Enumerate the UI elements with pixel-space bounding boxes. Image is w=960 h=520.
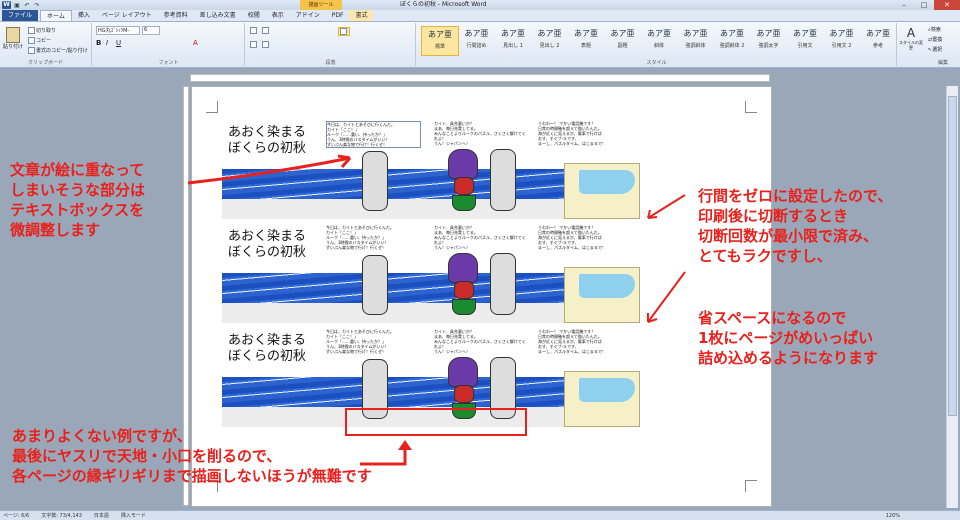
zoom-level[interactable]: 120% xyxy=(886,511,900,520)
annotation-line: あまりよくない例ですが、 xyxy=(12,427,192,445)
annotation-line: 文章が絵に重なって xyxy=(10,161,145,179)
annotation-right: 行間をゼロに設定したので、 印刷後に切断するとき 切断回数が最小限で済み、 とて… xyxy=(698,186,892,266)
arrow-right-1 xyxy=(647,194,686,219)
annotation-line: 省スペースになるので xyxy=(698,309,847,327)
annotation-line: テキストボックスを xyxy=(10,201,145,219)
annotation-line: 詰め込めるようになります xyxy=(698,349,879,367)
annotation-line: しまいそうな部分は xyxy=(10,181,146,199)
language-indicator[interactable]: 日本語 xyxy=(94,511,109,520)
annotation-right-2: 省スペースになるので 1枚にページがめいっぱい 詰め込めるようになります xyxy=(698,308,878,368)
arrow-right-2 xyxy=(647,271,686,323)
status-bar: ページ: 6/6 文字数: 73/4,143 日本語 挿入モード 120% xyxy=(0,510,960,520)
annotation-line: 最後にヤスリで天地・小口を削るので、 xyxy=(12,447,282,465)
annotation-line: 印刷後に切断するとき xyxy=(698,207,849,225)
annotation-line: 行間をゼロに設定したので、 xyxy=(698,187,893,205)
annotation-line: 各ページの縁ギリギリまで描画しないほうが無難です xyxy=(12,467,372,485)
insert-mode[interactable]: 挿入モード xyxy=(121,511,146,520)
word-window: W ▣ ↶ ↷ 描画ツール ぼくらの初秋 - Microsoft Word – … xyxy=(0,0,960,520)
arrow-left xyxy=(187,156,351,185)
annotation-bottom: あまりよくない例ですが、 最後にヤスリで天地・小口を削るので、 各ページの縁ギリ… xyxy=(12,426,372,486)
page-count[interactable]: ページ: 6/6 xyxy=(3,511,29,520)
annotation-left: 文章が絵に重なって しまいそうな部分は テキストボックスを 微調整します xyxy=(10,160,145,240)
annotation-line: 1枚にページがめいっぱい xyxy=(698,329,874,347)
annotation-line: 微調整します xyxy=(10,221,101,239)
annotation-line: とてもラクですし、 xyxy=(698,247,832,265)
arrow-bottom-head xyxy=(398,440,412,450)
annotation-line: 切断回数が最小限で済み、 xyxy=(698,227,879,245)
word-count[interactable]: 文字数: 73/4,143 xyxy=(41,511,82,520)
